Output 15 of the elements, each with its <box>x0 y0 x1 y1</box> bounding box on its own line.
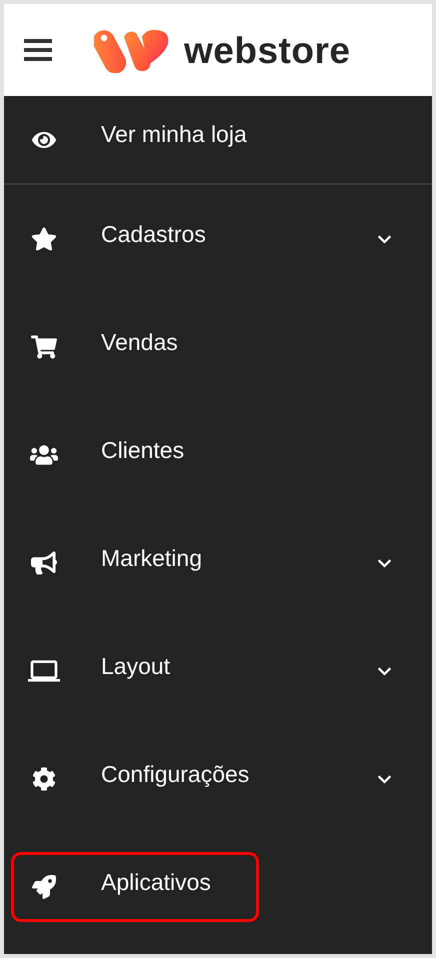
star-icon <box>31 226 57 252</box>
menu-item[interactable]: Cadastros <box>11 204 259 274</box>
brand-name: webstore <box>184 32 350 68</box>
megaphone-icon <box>31 550 57 576</box>
menu-item[interactable]: Layout <box>11 636 259 706</box>
menu-item[interactable]: Aplicativos <box>11 852 259 922</box>
cart-icon <box>31 334 57 360</box>
menu-icon[interactable] <box>24 39 52 61</box>
rocket-icon <box>32 875 56 899</box>
menu-item[interactable]: Vendas <box>11 312 259 382</box>
gear-icon <box>32 767 56 791</box>
menu-item[interactable]: Marketing <box>11 528 259 598</box>
menu-item[interactable]: Ver minha loja <box>11 104 259 174</box>
menu-item[interactable]: Configurações <box>11 744 259 814</box>
menu-item[interactable]: Clientes <box>11 420 259 490</box>
